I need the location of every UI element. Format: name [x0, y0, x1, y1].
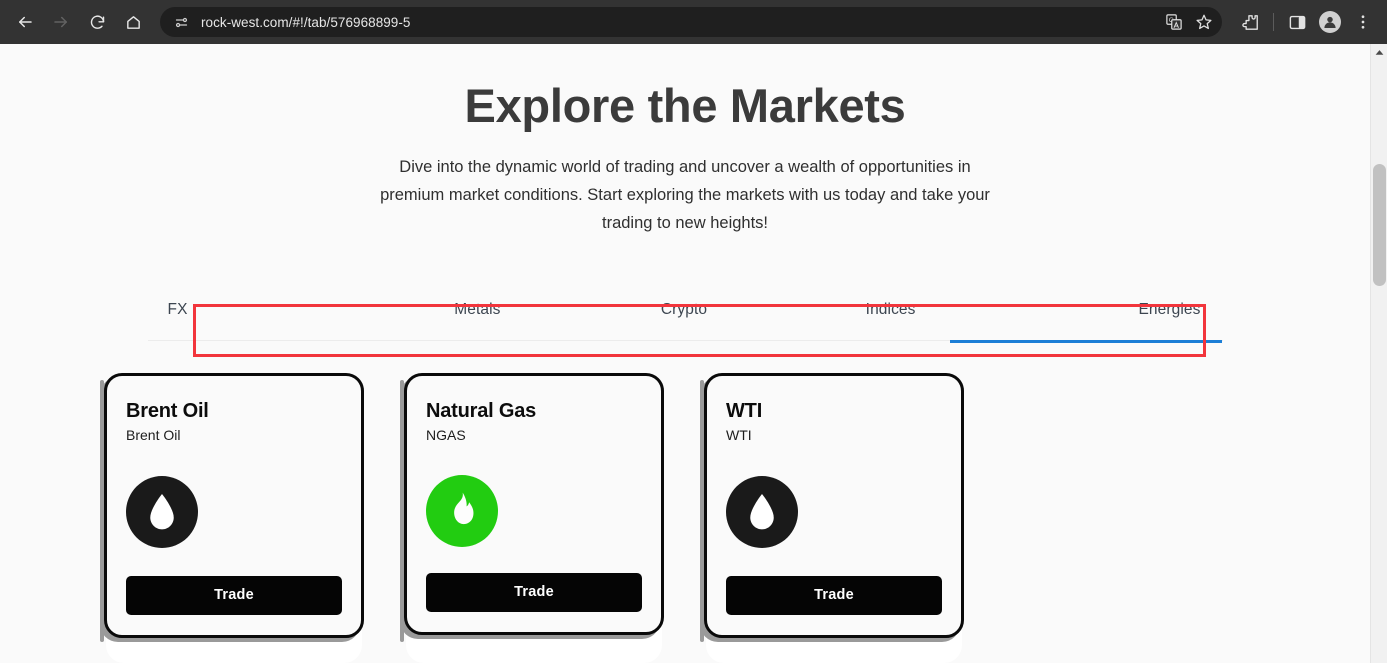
tab-label: Indices — [865, 301, 916, 319]
page-title: Explore the Markets — [464, 79, 906, 132]
oil-droplet-icon — [126, 476, 198, 549]
card-symbol: WTI — [726, 426, 752, 443]
market-card-slot: WTI WTI Trade — [700, 372, 964, 663]
market-category-tabs: FX Metals Crypto Indices Energies — [147, 281, 1223, 343]
active-tab-indicator — [949, 339, 1223, 343]
vertical-scrollbar[interactable] — [1370, 44, 1387, 663]
star-icon[interactable] — [1190, 9, 1218, 35]
page-content: Explore the Markets Dive into the dynami… — [0, 44, 1370, 663]
puzzle-piece-icon[interactable] — [1234, 6, 1266, 38]
market-card-wti[interactable]: WTI WTI Trade — [700, 372, 964, 642]
address-bar[interactable]: rock-west.com/#!/tab/576968899-5 G — [160, 7, 1222, 37]
hero-section: Explore the Markets Dive into the dynami… — [0, 44, 1370, 237]
card-title: Brent Oil — [126, 399, 209, 422]
translate-icon[interactable]: G — [1160, 9, 1188, 35]
trade-button[interactable]: Trade — [426, 572, 642, 612]
market-card-slot: Natural Gas NGAS Trade — [400, 372, 664, 663]
tab-crypto[interactable]: Crypto — [581, 281, 788, 340]
three-dot-menu-icon[interactable] — [1347, 6, 1379, 38]
page-subtitle: Dive into the dynamic world of trading a… — [380, 157, 990, 232]
card-icon-zone — [726, 443, 942, 576]
card-icon-zone — [426, 443, 642, 573]
card-symbol: Brent Oil — [126, 426, 181, 443]
tab-energies[interactable]: Energies — [994, 281, 1223, 340]
url-text: rock-west.com/#!/tab/576968899-5 — [201, 14, 411, 30]
market-card-brent-oil[interactable]: Brent Oil Brent Oil Trade — [100, 372, 364, 642]
card-title: WTI — [726, 399, 763, 422]
scrollbar-thumb[interactable] — [1373, 164, 1386, 286]
caret-up-icon[interactable] — [1371, 44, 1387, 61]
tab-label: FX — [167, 301, 188, 319]
avatar-icon[interactable] — [1314, 6, 1346, 38]
oil-droplet-icon — [726, 476, 798, 549]
browser-actions — [1230, 6, 1379, 38]
tab-metals[interactable]: Metals — [374, 281, 581, 340]
browser-toolbar: rock-west.com/#!/tab/576968899-5 G — [0, 0, 1387, 44]
flame-icon — [426, 474, 498, 547]
tune-icon[interactable] — [170, 11, 192, 33]
market-card-slot: Brent Oil Brent Oil Trade — [100, 372, 364, 663]
side-panel-icon[interactable] — [1281, 6, 1313, 38]
tab-label: Energies — [1138, 301, 1201, 319]
card-title: Natural Gas — [426, 399, 537, 422]
back-button[interactable] — [8, 5, 42, 39]
forward-button[interactable] — [44, 5, 78, 39]
market-card-natural-gas[interactable]: Natural Gas NGAS Trade — [400, 372, 664, 642]
tab-label: Crypto — [660, 301, 708, 319]
card-symbol: NGAS — [426, 426, 466, 443]
page-viewport: Explore the Markets Dive into the dynami… — [0, 44, 1387, 663]
reload-button[interactable] — [80, 5, 114, 39]
tab-fx[interactable]: FX — [148, 281, 375, 340]
home-button[interactable] — [116, 5, 150, 39]
tab-indices[interactable]: Indices — [787, 281, 994, 340]
market-card-list: Brent Oil Brent Oil Trade Natural Gas NG… — [0, 341, 1370, 663]
toolbar-divider — [1273, 13, 1274, 31]
tab-label: Metals — [454, 301, 501, 319]
card-icon-zone — [126, 443, 342, 576]
trade-button[interactable]: Trade — [726, 575, 942, 615]
trade-button[interactable]: Trade — [126, 575, 342, 615]
